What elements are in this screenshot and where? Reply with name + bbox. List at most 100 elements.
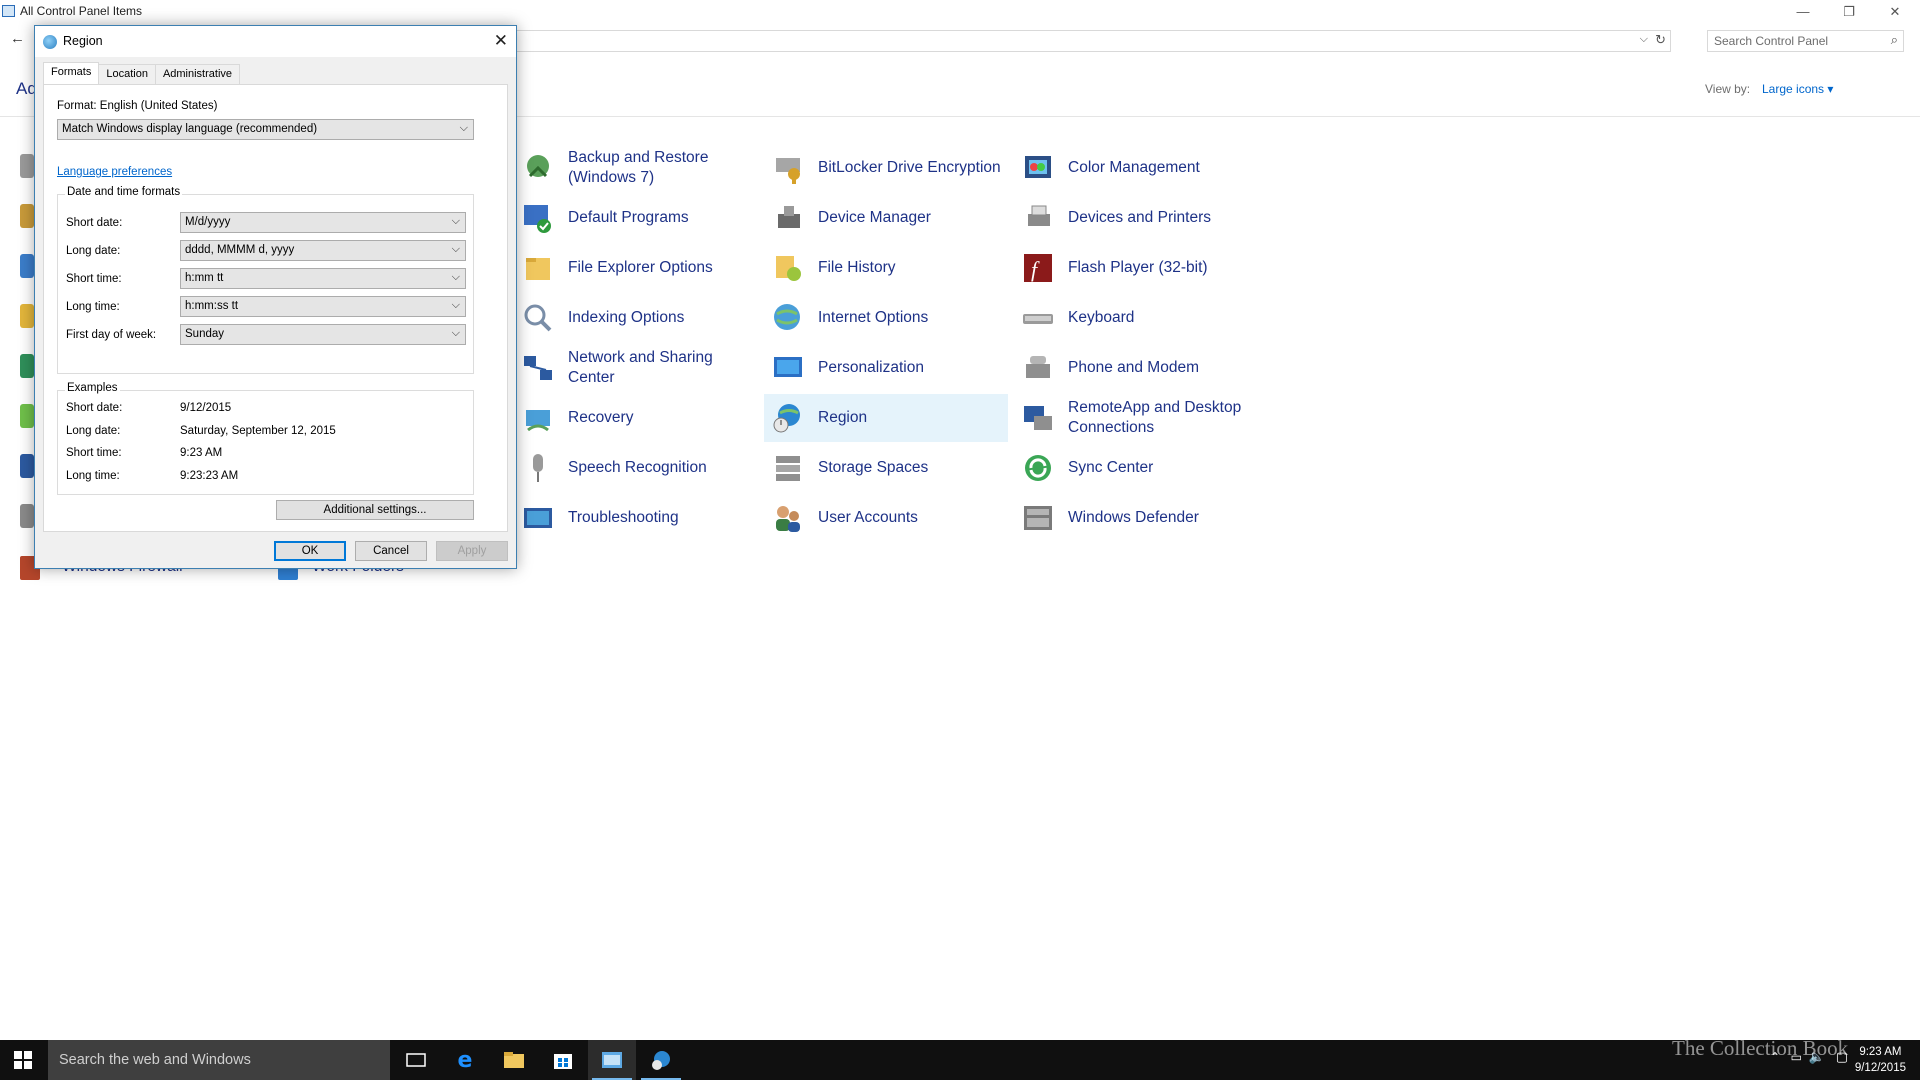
back-arrow-icon[interactable]: ← — [10, 30, 25, 47]
tab-location[interactable]: Location — [98, 64, 156, 84]
storage-icon — [770, 450, 806, 486]
user-accounts-icon — [770, 500, 806, 536]
tab-strip: Formats Location Administrative — [43, 62, 241, 84]
view-by-dropdown[interactable]: Large icons ▾ — [1762, 82, 1833, 96]
item-internet-options[interactable]: Internet Options — [768, 294, 1012, 342]
item-label: Flash Player (32-bit) — [1068, 259, 1208, 276]
item-label: Network and Sharing Center — [568, 349, 713, 386]
chevron-down-icon[interactable]: ⌵ — [1640, 33, 1648, 46]
item-personalization[interactable]: Personalization — [768, 344, 1012, 392]
long-time-value: h:mm:ss tt — [185, 300, 239, 312]
indexing-icon — [520, 300, 556, 336]
first-day-select[interactable]: Sunday ⌵ — [180, 324, 466, 345]
long-date-select[interactable]: dddd, MMMM d, yyyy ⌵ — [180, 240, 466, 261]
autoplay-icon[interactable] — [20, 204, 34, 228]
minimize-button[interactable]: — — [1780, 0, 1826, 23]
item-bitlocker[interactable]: BitLocker Drive Encryption — [768, 144, 1012, 192]
search-input[interactable] — [1708, 31, 1878, 51]
bitlocker-icon — [770, 150, 806, 186]
window-titlebar: All Control Panel Items — ❐ ✕ — [0, 0, 1920, 23]
system-icon[interactable] — [20, 504, 34, 528]
task-view-icon[interactable] — [392, 1040, 440, 1080]
color-management-icon — [1020, 150, 1056, 186]
item-indexing-options[interactable]: Indexing Options — [518, 294, 762, 342]
search-box[interactable]: ⌕ — [1707, 30, 1904, 52]
language-preferences-link[interactable]: Language preferences — [57, 166, 172, 178]
troubleshooting-icon — [520, 500, 556, 536]
format-select-value: Match Windows display language (recommen… — [62, 123, 318, 135]
format-label: Format: English (United States) — [57, 100, 218, 112]
item-devices-printers[interactable]: Devices and Printers — [1018, 194, 1262, 242]
tab-administrative[interactable]: Administrative — [154, 64, 241, 84]
store-icon[interactable] — [539, 1040, 587, 1080]
control-panel-taskbar-icon[interactable] — [588, 1040, 636, 1080]
apply-button[interactable]: Apply — [436, 541, 508, 561]
item-label: Region — [818, 409, 868, 426]
region-taskbar-icon[interactable] — [637, 1040, 685, 1080]
dialog-title: Region — [63, 34, 103, 48]
item-sync-center[interactable]: Sync Center — [1018, 444, 1262, 492]
homegroup-icon[interactable] — [20, 354, 34, 378]
format-select[interactable]: Match Windows display language (recommen… — [57, 119, 474, 140]
short-date-select[interactable]: M/d/yyyy ⌵ — [180, 212, 466, 233]
close-window-button[interactable]: ✕ — [1872, 0, 1918, 23]
ok-button[interactable]: OK — [274, 541, 346, 561]
additional-settings-button[interactable]: Additional settings... — [276, 500, 474, 520]
short-time-label: Short time: — [66, 273, 122, 285]
item-default-programs[interactable]: Default Programs — [518, 194, 762, 242]
item-file-history[interactable]: File History — [768, 244, 1012, 292]
dialog-close-button[interactable]: ✕ — [494, 31, 508, 51]
taskbar: Search the web and Windows e ⌃ ▭ 🔈 ▢ 9:2… — [0, 1040, 1920, 1080]
item-file-explorer-options[interactable]: File Explorer Options — [518, 244, 762, 292]
item-device-manager[interactable]: Device Manager — [768, 194, 1012, 242]
fonts-icon[interactable] — [20, 304, 34, 328]
refresh-icon[interactable]: ↻ — [1655, 32, 1666, 48]
file-explorer-icon[interactable] — [490, 1040, 538, 1080]
item-flash-player[interactable]: f Flash Player (32-bit) — [1018, 244, 1262, 292]
flash-icon: f — [1020, 250, 1056, 286]
item-label: Backup and Restore (Windows 7) — [568, 149, 709, 186]
item-speech-recognition[interactable]: Speech Recognition — [518, 444, 762, 492]
example-long-date: Saturday, September 12, 2015 — [180, 425, 336, 437]
item-phone-modem[interactable]: Phone and Modem — [1018, 344, 1262, 392]
windows-logo-icon — [14, 1051, 32, 1069]
chevron-down-icon: ⌵ — [451, 299, 460, 311]
short-time-select[interactable]: h:mm tt ⌵ — [180, 268, 466, 289]
admin-tools-icon[interactable] — [20, 154, 34, 178]
item-region[interactable]: Region — [764, 394, 1008, 442]
item-windows-defender[interactable]: Windows Defender — [1018, 494, 1262, 542]
taskbar-search[interactable]: Search the web and Windows — [48, 1040, 390, 1080]
programs-icon[interactable] — [20, 454, 34, 478]
backup-icon — [520, 150, 556, 186]
item-label: Storage Spaces — [818, 459, 929, 476]
edge-icon[interactable]: e — [441, 1040, 489, 1080]
file-history-icon — [770, 250, 806, 286]
item-storage-spaces[interactable]: Storage Spaces — [768, 444, 1012, 492]
chevron-down-icon: ⌵ — [451, 243, 460, 255]
defender-icon — [1020, 500, 1056, 536]
item-backup-restore[interactable]: Backup and Restore (Windows 7) — [518, 144, 762, 192]
item-user-accounts[interactable]: User Accounts — [768, 494, 1012, 542]
item-remoteapp[interactable]: RemoteApp and Desktop Connections — [1018, 394, 1262, 442]
item-label: Windows Defender — [1068, 509, 1199, 526]
address-bar[interactable]: ⌵ ↻ — [505, 30, 1671, 52]
tab-formats[interactable]: Formats — [43, 62, 100, 84]
item-color-management[interactable]: Color Management — [1018, 144, 1262, 192]
formats-panel: Format: English (United States) Match Wi… — [43, 84, 508, 532]
item-keyboard[interactable]: Keyboard — [1018, 294, 1262, 342]
clock[interactable]: 9:23 AM 9/12/2015 — [1855, 1044, 1906, 1076]
long-time-select[interactable]: h:mm:ss tt ⌵ — [180, 296, 466, 317]
globe-icon — [43, 35, 57, 49]
device-manager-icon — [770, 200, 806, 236]
start-button[interactable] — [0, 1040, 46, 1080]
region-dialog: Region ✕ Formats Location Administrative… — [34, 25, 517, 569]
display-icon[interactable] — [20, 254, 34, 278]
mouse-icon[interactable] — [20, 404, 34, 428]
item-recovery[interactable]: Recovery — [518, 394, 762, 442]
item-network-sharing[interactable]: Network and Sharing Center — [518, 344, 762, 392]
item-troubleshooting[interactable]: Troubleshooting — [518, 494, 762, 542]
restore-button[interactable]: ❐ — [1826, 0, 1872, 23]
first-day-label: First day of week: — [66, 329, 157, 341]
search-icon[interactable]: ⌕ — [1891, 32, 1898, 48]
cancel-button[interactable]: Cancel — [355, 541, 427, 561]
